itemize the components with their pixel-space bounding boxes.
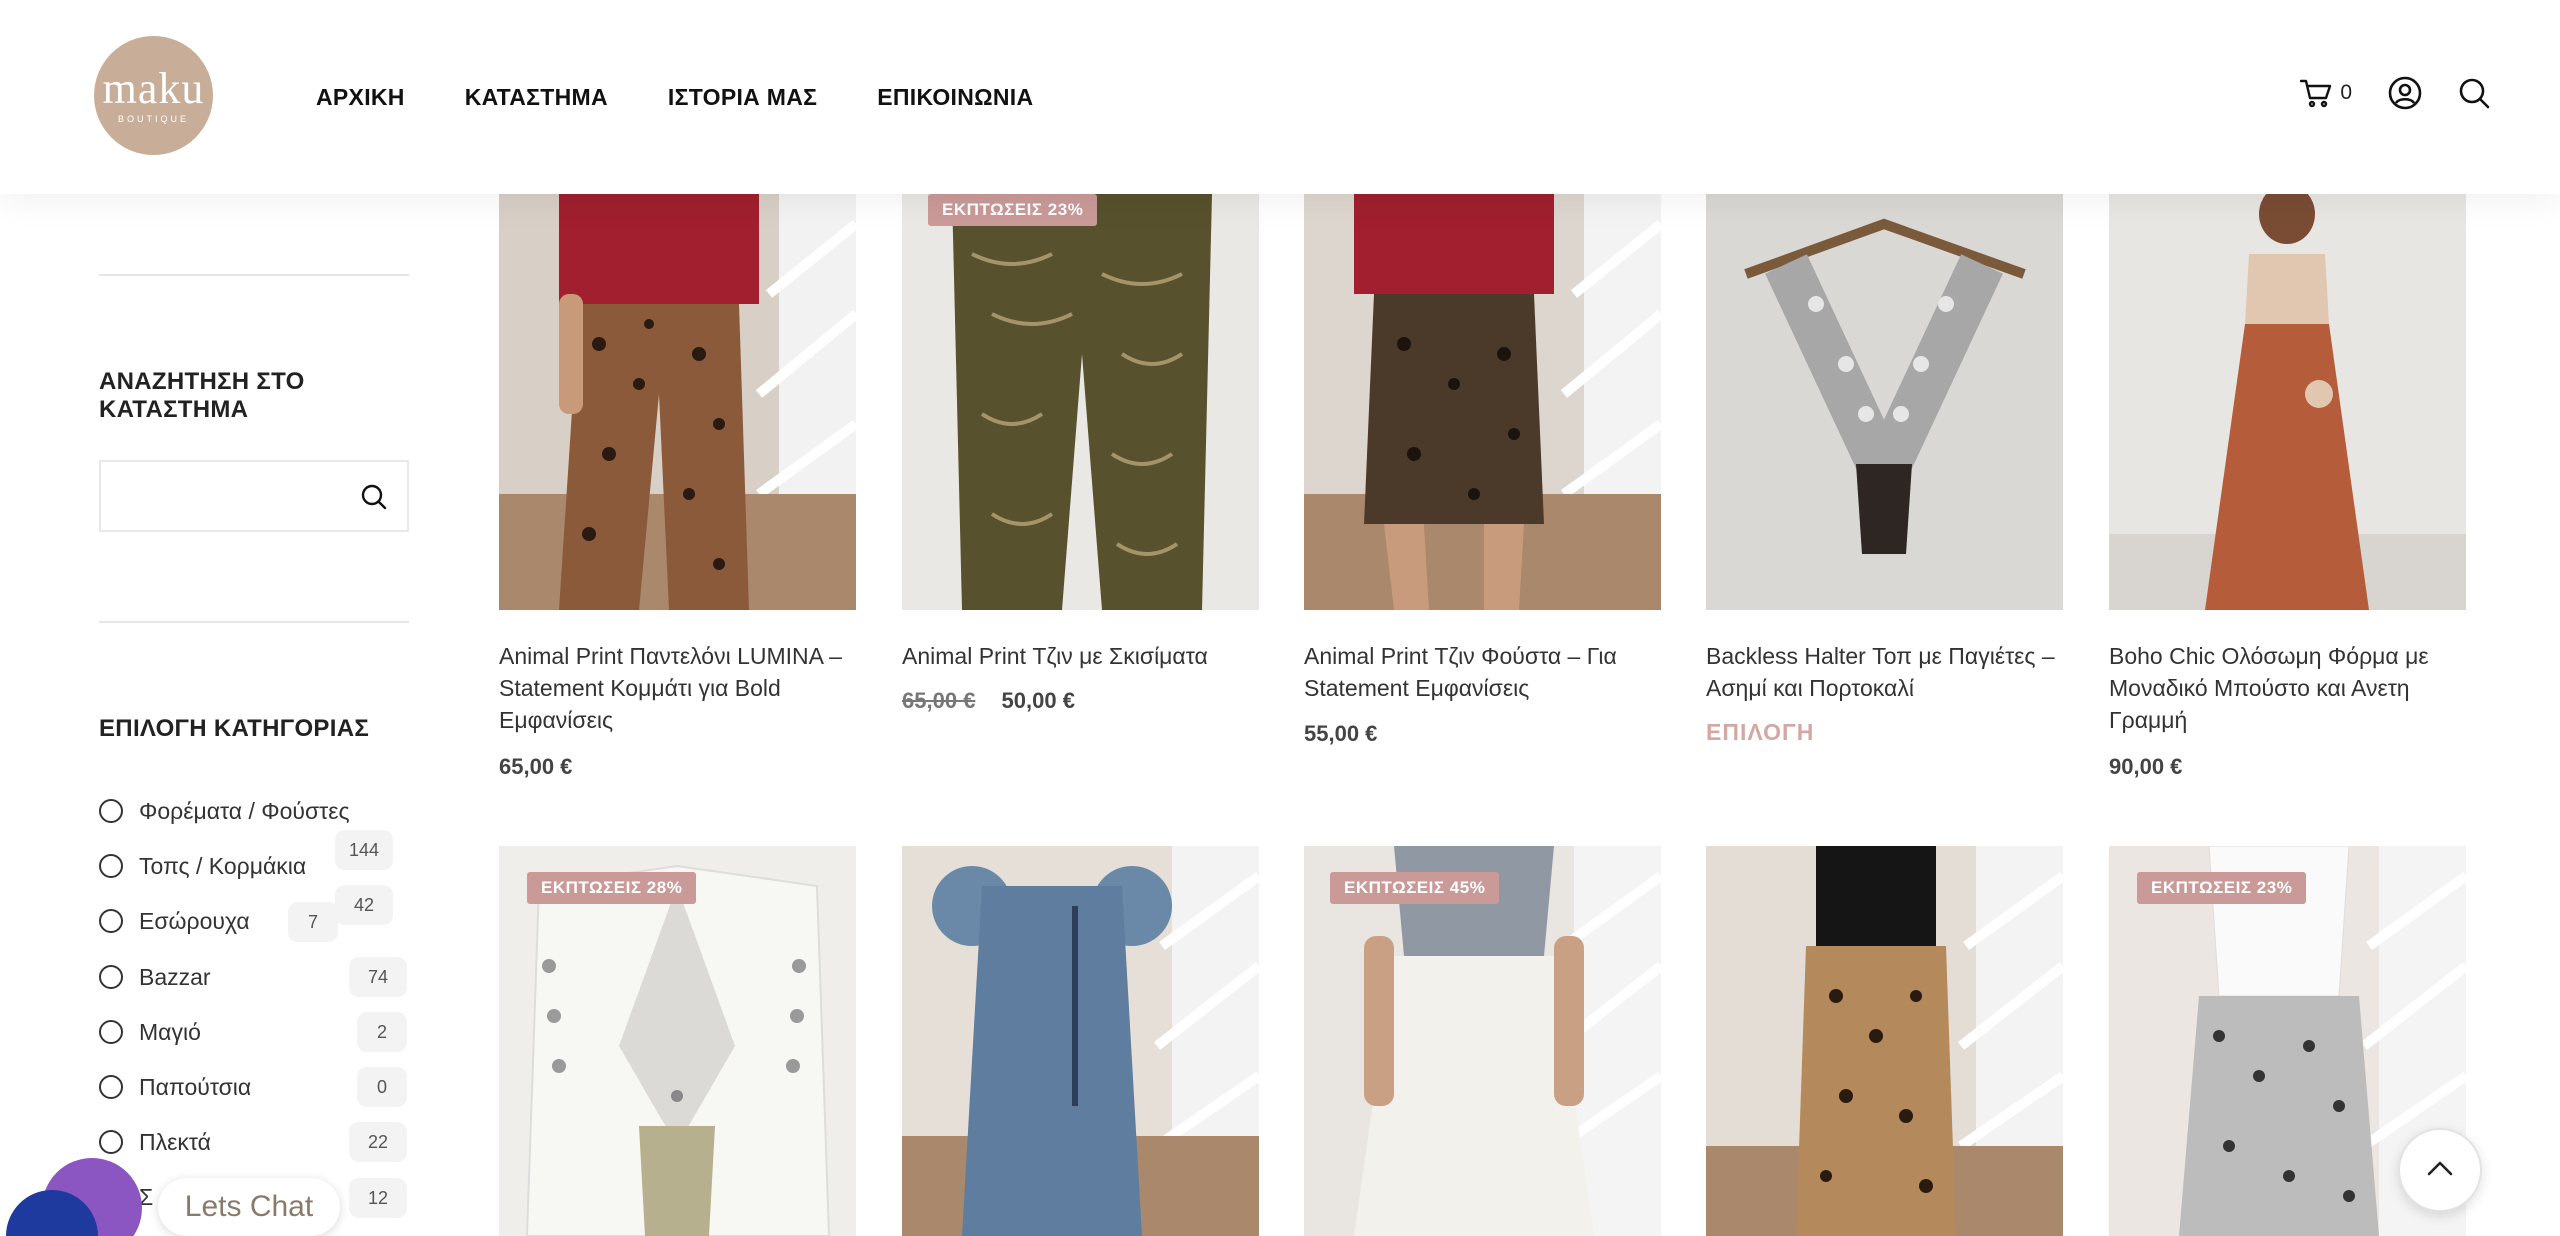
category-label: Μαγιό bbox=[139, 1018, 201, 1045]
sale-badge: ΕΚΠΤΩΣΕΙΣ 28% bbox=[527, 872, 697, 904]
product-current-price: 55,00 € bbox=[1304, 721, 1378, 746]
account-icon[interactable] bbox=[2388, 76, 2422, 110]
product-price: 90,00 € bbox=[2109, 754, 2182, 780]
main-nav: ΑΡΧΙΚΗ ΚΑΤΑΣΤΗΜΑ ΙΣΤΟΡΙΑ ΜΑΣ ΕΠΙΚΟΙΝΩΝΙΑ bbox=[316, 84, 1033, 111]
search-widget-title: ΑΝΑΖΗΤΗΣΗ ΣΤΟ ΚΑΤΑΣΤΗΜΑ bbox=[99, 368, 305, 423]
product-image[interactable] bbox=[1304, 194, 1661, 610]
category-radio[interactable] bbox=[99, 1020, 123, 1044]
category-radio[interactable] bbox=[99, 1130, 123, 1154]
sidebar-search bbox=[99, 460, 409, 532]
product-current-price: 50,00 € bbox=[1001, 688, 1075, 713]
product-title[interactable]: Boho Chic Ολόσωμη Φόρμα με Μοναδικό Μπού… bbox=[2109, 640, 2466, 736]
site-header: maku BOUTIQUE ΑΡΧΙΚΗ ΚΑΤΑΣΤΗΜΑ ΙΣΤΟΡΙΑ Μ… bbox=[0, 0, 2560, 194]
sidebar-search-button[interactable] bbox=[361, 484, 387, 515]
category-item[interactable]: Φορέματα / Φούστες bbox=[99, 791, 409, 831]
product-old-price: 65,00 € bbox=[902, 688, 976, 713]
nav-item-home[interactable]: ΑΡΧΙΚΗ bbox=[316, 84, 405, 111]
brand-name: maku bbox=[102, 64, 205, 113]
product-image[interactable] bbox=[1706, 846, 2063, 1236]
product-title[interactable]: Backless Halter Τοπ με Παγιέτες – Ασημί … bbox=[1706, 640, 2063, 704]
product-image[interactable]: ΕΚΠΤΩΣΕΙΣ 45% bbox=[1304, 846, 1661, 1236]
sidebar-search-input[interactable] bbox=[101, 462, 341, 530]
category-count: 12 bbox=[349, 1178, 407, 1218]
product-title[interactable]: Animal Print Τζιν με Σκισίματα bbox=[902, 640, 1259, 672]
sale-badge: ΕΚΠΤΩΣΕΙΣ 45% bbox=[1330, 872, 1500, 904]
sale-badge: ΕΚΠΤΩΣΕΙΣ 23% bbox=[2137, 872, 2307, 904]
category-count: 0 bbox=[357, 1067, 407, 1107]
sidebar-divider bbox=[99, 274, 409, 276]
product-image[interactable]: ΕΚΠΤΩΣΕΙΣ 23% bbox=[902, 194, 1259, 610]
nav-item-shop[interactable]: ΚΑΤΑΣΤΗΜΑ bbox=[465, 84, 608, 111]
product-title[interactable]: Animal Print Παντελόνι LUMINA – Statemen… bbox=[499, 640, 856, 736]
category-label: Τοπς / Κορμάκια bbox=[139, 852, 307, 879]
product-image[interactable] bbox=[1706, 194, 2063, 610]
category-radio[interactable] bbox=[99, 854, 123, 878]
product-image[interactable] bbox=[499, 194, 856, 610]
search-icon[interactable] bbox=[2458, 77, 2490, 109]
product-price: 55,00 € bbox=[1304, 721, 1377, 747]
category-radio[interactable] bbox=[99, 799, 123, 823]
category-item[interactable]: Εσώρουχα bbox=[99, 901, 409, 941]
category-radio[interactable] bbox=[99, 965, 123, 989]
category-count: 74 bbox=[349, 957, 407, 997]
back-to-top-button[interactable] bbox=[2398, 1128, 2482, 1212]
chevron-up-icon bbox=[2426, 1159, 2454, 1182]
category-item[interactable]: Τοπς / Κορμάκια bbox=[99, 846, 409, 886]
category-label: Bazzar bbox=[139, 963, 211, 990]
cart-icon bbox=[2300, 78, 2332, 108]
category-label: Παπούτσια bbox=[139, 1073, 252, 1100]
product-title[interactable]: Animal Print Τζιν Φούστα – Για Statement… bbox=[1304, 640, 1661, 704]
category-radio[interactable] bbox=[99, 909, 123, 933]
chat-label[interactable]: Lets Chat bbox=[158, 1178, 340, 1236]
category-count: 7 bbox=[288, 902, 338, 942]
product-current-price: 90,00 € bbox=[2109, 754, 2183, 779]
product-image[interactable] bbox=[902, 846, 1259, 1236]
category-label: Πλεκτά bbox=[139, 1128, 211, 1155]
nav-item-about[interactable]: ΙΣΤΟΡΙΑ ΜΑΣ bbox=[668, 84, 817, 111]
product-image[interactable] bbox=[2109, 194, 2466, 610]
category-count: 2 bbox=[357, 1012, 407, 1052]
brand-logo[interactable]: maku BOUTIQUE bbox=[94, 36, 213, 155]
header-icons: 0 bbox=[2300, 76, 2490, 110]
cart-count: 0 bbox=[2340, 81, 2352, 104]
category-radio[interactable] bbox=[99, 1075, 123, 1099]
product-image[interactable]: ΕΚΠΤΩΣΕΙΣ 28% bbox=[499, 846, 856, 1236]
nav-item-contact[interactable]: ΕΠΙΚΟΙΝΩΝΙΑ bbox=[877, 84, 1033, 111]
category-count: 22 bbox=[349, 1122, 407, 1162]
cart-button[interactable]: 0 bbox=[2300, 78, 2352, 108]
category-label: Φορέματα / Φούστες bbox=[139, 797, 350, 824]
category-widget-title: ΕΠΙΛΟΓΗ ΚΑΤΗΓΟΡΙΑΣ bbox=[99, 715, 370, 742]
product-price: 65,00 € 50,00 € bbox=[902, 688, 1075, 714]
select-options-link[interactable]: ΕΠΙΛΟΓΗ bbox=[1706, 719, 1814, 746]
sidebar-divider bbox=[99, 621, 409, 623]
brand-tagline: BOUTIQUE bbox=[117, 114, 189, 124]
product-current-price: 65,00 € bbox=[499, 754, 573, 779]
product-price: 65,00 € bbox=[499, 754, 572, 780]
sale-badge: ΕΚΠΤΩΣΕΙΣ 23% bbox=[928, 194, 1098, 226]
category-label: Εσώρουχα bbox=[139, 907, 250, 934]
